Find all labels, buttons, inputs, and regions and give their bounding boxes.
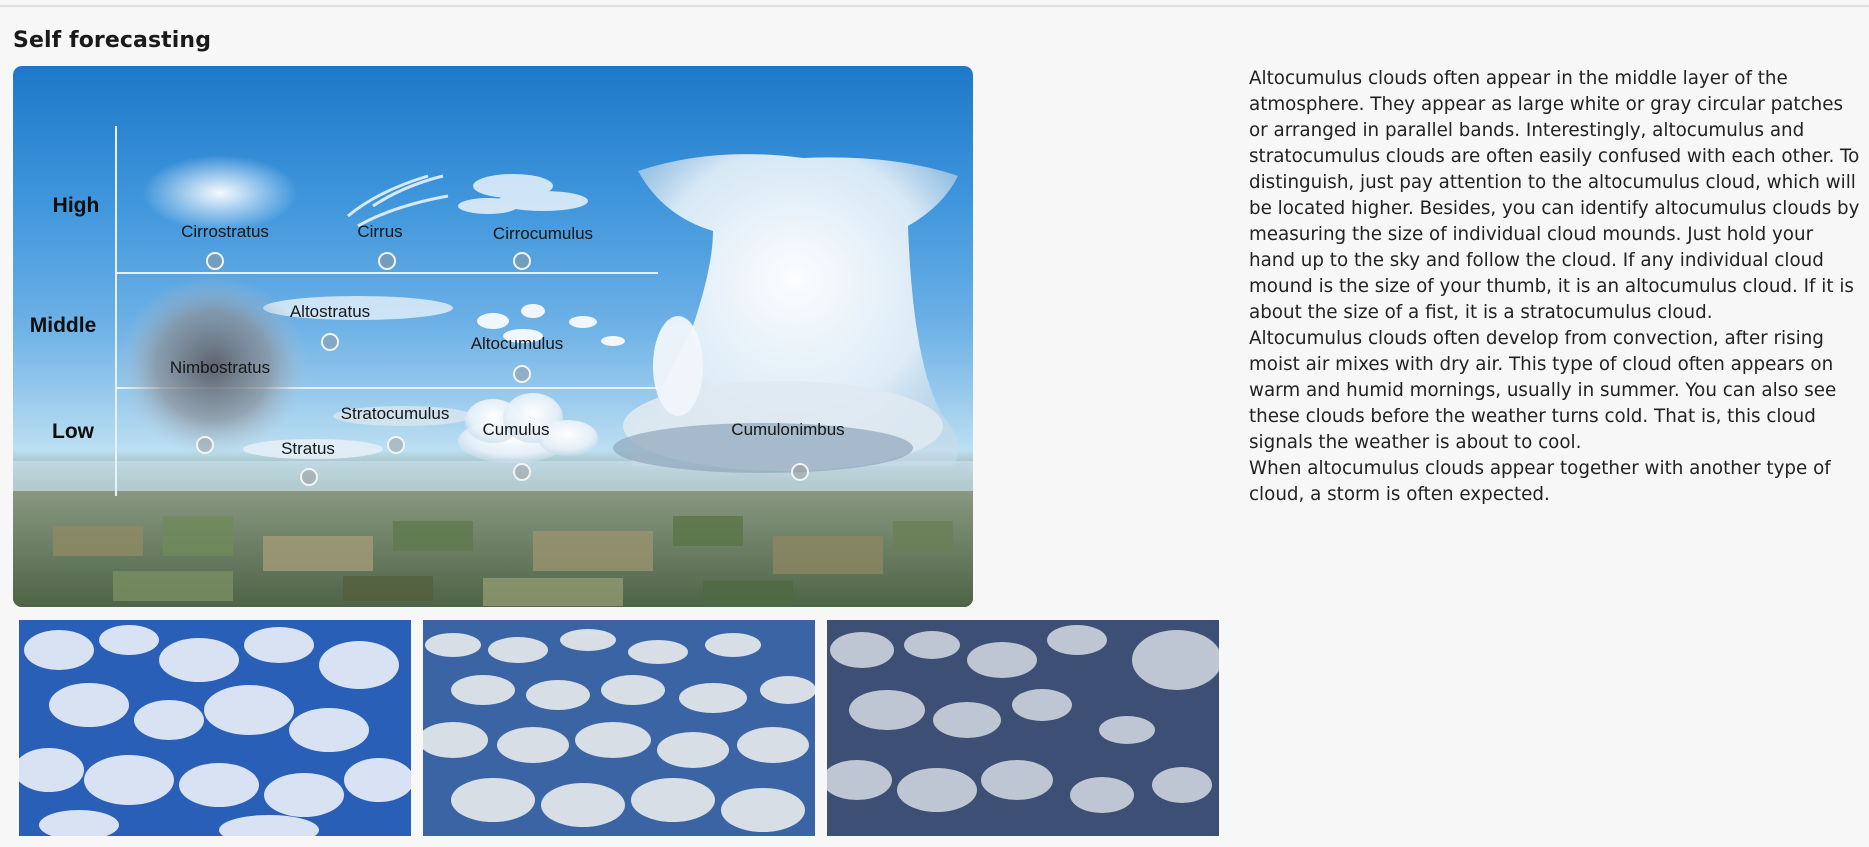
cloud-label-cirrus: Cirrus <box>357 222 403 241</box>
cloud-description: Altocumulus clouds often appear in the m… <box>1249 66 1861 508</box>
marker-altostratus[interactable] <box>321 333 339 351</box>
cloud-label-cirrocumulus: Cirrocumulus <box>492 224 594 243</box>
cirrocumulus-cloud <box>458 174 588 214</box>
marker-nimbostratus[interactable] <box>196 436 214 454</box>
level-label-low: Low <box>52 420 94 443</box>
marker-cumulonimbus[interactable] <box>791 463 809 481</box>
marker-stratocumulus[interactable] <box>387 436 405 454</box>
marker-cumulus[interactable] <box>513 463 531 481</box>
cloud-label-stratus: Stratus <box>281 439 335 458</box>
description-paragraph-2: Altocumulus clouds often develop from co… <box>1249 328 1837 453</box>
cloud-label-altocumulus: Altocumulus <box>470 334 564 353</box>
cloud-label-cumulus: Cumulus <box>482 420 550 439</box>
cirrostratus-cloud <box>142 155 298 231</box>
cloud-label-stratocumulus: Stratocumulus <box>340 404 450 423</box>
description-paragraph-3: When altocumulus clouds appear together … <box>1249 458 1831 505</box>
marker-cirrus[interactable] <box>378 252 396 270</box>
altocumulus-photo-3 <box>827 620 1219 836</box>
top-divider <box>0 5 1869 7</box>
altocumulus-photo-1 <box>19 620 411 836</box>
altocumulus-photo-2 <box>423 620 815 836</box>
cloud-label-nimbostratus: Nimbostratus <box>169 358 271 377</box>
page-title: Self forecasting <box>13 28 212 53</box>
cloud-label-cumulonimbus: Cumulonimbus <box>731 420 845 439</box>
cloud-types-diagram: High Middle Low Cirrostratus Cirrus Cirr… <box>13 66 973 607</box>
marker-altocumulus[interactable] <box>513 365 531 383</box>
cloud-label-cirrostratus: Cirrostratus <box>181 222 269 241</box>
marker-cirrostratus[interactable] <box>206 252 224 270</box>
marker-cirrocumulus[interactable] <box>513 252 531 270</box>
cirrus-cloud <box>347 174 449 228</box>
cloud-label-altostratus: Altostratus <box>289 302 371 321</box>
description-paragraph-1: Altocumulus clouds often appear in the m… <box>1249 68 1860 323</box>
level-label-middle: Middle <box>29 314 97 337</box>
level-label-high: High <box>52 194 100 217</box>
marker-stratus[interactable] <box>300 468 318 486</box>
